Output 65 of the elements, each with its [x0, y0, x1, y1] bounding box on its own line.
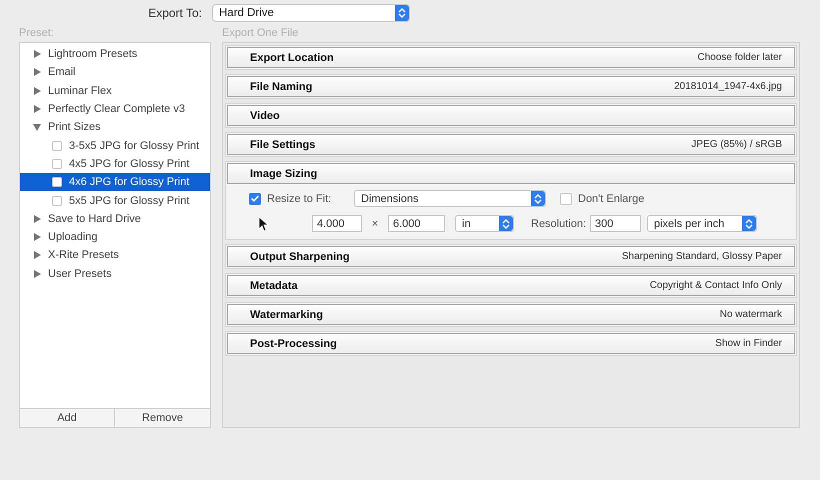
checkbox[interactable] — [249, 192, 261, 204]
resolution-label: Resolution: — [531, 218, 588, 230]
resize-mode-dropdown[interactable]: Dimensions — [354, 190, 546, 207]
checkbox[interactable] — [52, 196, 62, 206]
height-field[interactable]: 6.000 — [388, 215, 445, 232]
section-header[interactable]: Image Sizing — [227, 163, 795, 184]
preset-item[interactable]: Save to Hard Drive — [20, 210, 210, 228]
times-sign: × — [370, 218, 380, 230]
preset-item[interactable]: X-Rite Presets — [20, 246, 210, 265]
section-summary: Show in Finder — [715, 338, 782, 349]
section-header[interactable]: File Settings JPEG (85%) / sRGB — [227, 134, 795, 155]
preset-item[interactable]: Email — [20, 63, 210, 82]
cursor-icon — [258, 216, 268, 232]
triangle-right-icon[interactable] — [33, 233, 41, 242]
section-header[interactable]: Metadata Copyright & Contact Info Only — [227, 275, 795, 296]
preset-item[interactable]: User Presets — [20, 264, 210, 283]
preset-item[interactable]: Perfectly Clear Complete v3 — [20, 100, 210, 118]
add-button[interactable]: Add — [20, 409, 115, 427]
checkbox[interactable] — [52, 158, 62, 169]
resolution-field[interactable]: 300 — [590, 215, 641, 232]
remove-button[interactable]: Remove — [115, 409, 210, 427]
stepper-icon — [531, 191, 545, 206]
section-header[interactable]: Export Location Choose folder later — [227, 47, 795, 68]
section-header[interactable]: Output Sharpening Sharpening Standard, Glossy Paper — [227, 246, 795, 267]
stepper-icon — [395, 5, 409, 21]
triangle-right-icon[interactable] — [33, 214, 41, 223]
stepper-icon — [499, 216, 513, 231]
stepper-icon — [742, 216, 756, 231]
section-summary: Choose folder later — [698, 52, 782, 63]
checkbox[interactable] — [560, 192, 572, 204]
checkbox[interactable] — [52, 177, 62, 188]
triangle-down-icon[interactable] — [33, 123, 41, 132]
triangle-right-icon[interactable] — [33, 86, 41, 95]
section-header[interactable]: File Naming 20181014_1947-4x6.jpg — [227, 76, 795, 97]
section-header[interactable]: Watermarking No watermark — [227, 304, 795, 325]
width-field[interactable]: 4.000 — [312, 215, 362, 232]
section-summary: 20181014_1947-4x6.jpg — [674, 81, 782, 92]
unit-dropdown[interactable]: in — [455, 215, 514, 232]
section-summary: Sharpening Standard, Glossy Paper — [622, 251, 782, 262]
triangle-right-icon[interactable] — [33, 270, 41, 278]
preset-item[interactable]: 4x5 JPG for Glossy Print — [20, 154, 210, 174]
triangle-right-icon[interactable] — [33, 251, 41, 260]
resize-label: Resize to Fit: — [267, 192, 332, 204]
section-summary: No watermark — [720, 309, 782, 320]
preset-item[interactable]: Luminar Flex — [20, 82, 210, 100]
export-heading: Export One File — [222, 27, 298, 39]
export-to-label: Export To: — [147, 6, 203, 20]
preset-item[interactable]: 3-5x5 JPG for Glossy Print — [20, 136, 210, 155]
preset-item[interactable]: Uploading — [20, 228, 210, 246]
export-to-dropdown[interactable]: Hard Drive — [212, 4, 410, 22]
preset-item[interactable]: 4x6 JPG for Glossy Print — [20, 173, 210, 192]
preset-item[interactable]: 5x5 JPG for Glossy Print — [20, 191, 210, 210]
preset-label: Preset: — [19, 27, 54, 39]
resolution-unit-dropdown[interactable]: pixels per inch — [647, 215, 757, 232]
section-summary: JPEG (85%) / sRGB — [691, 139, 782, 150]
triangle-right-icon[interactable] — [33, 105, 41, 114]
section-header[interactable]: Video — [227, 105, 795, 126]
preset-item[interactable]: Lightroom Presets — [20, 45, 210, 64]
triangle-right-icon[interactable] — [33, 68, 41, 76]
preset-item[interactable]: Print Sizes — [20, 118, 210, 136]
checkbox[interactable] — [52, 140, 62, 151]
dont-enlarge-label: Don't Enlarge — [578, 192, 644, 204]
triangle-right-icon[interactable] — [33, 50, 41, 58]
section-summary: Copyright & Contact Info Only — [650, 280, 782, 291]
section-header[interactable]: Post-Processing Show in Finder — [227, 333, 795, 354]
